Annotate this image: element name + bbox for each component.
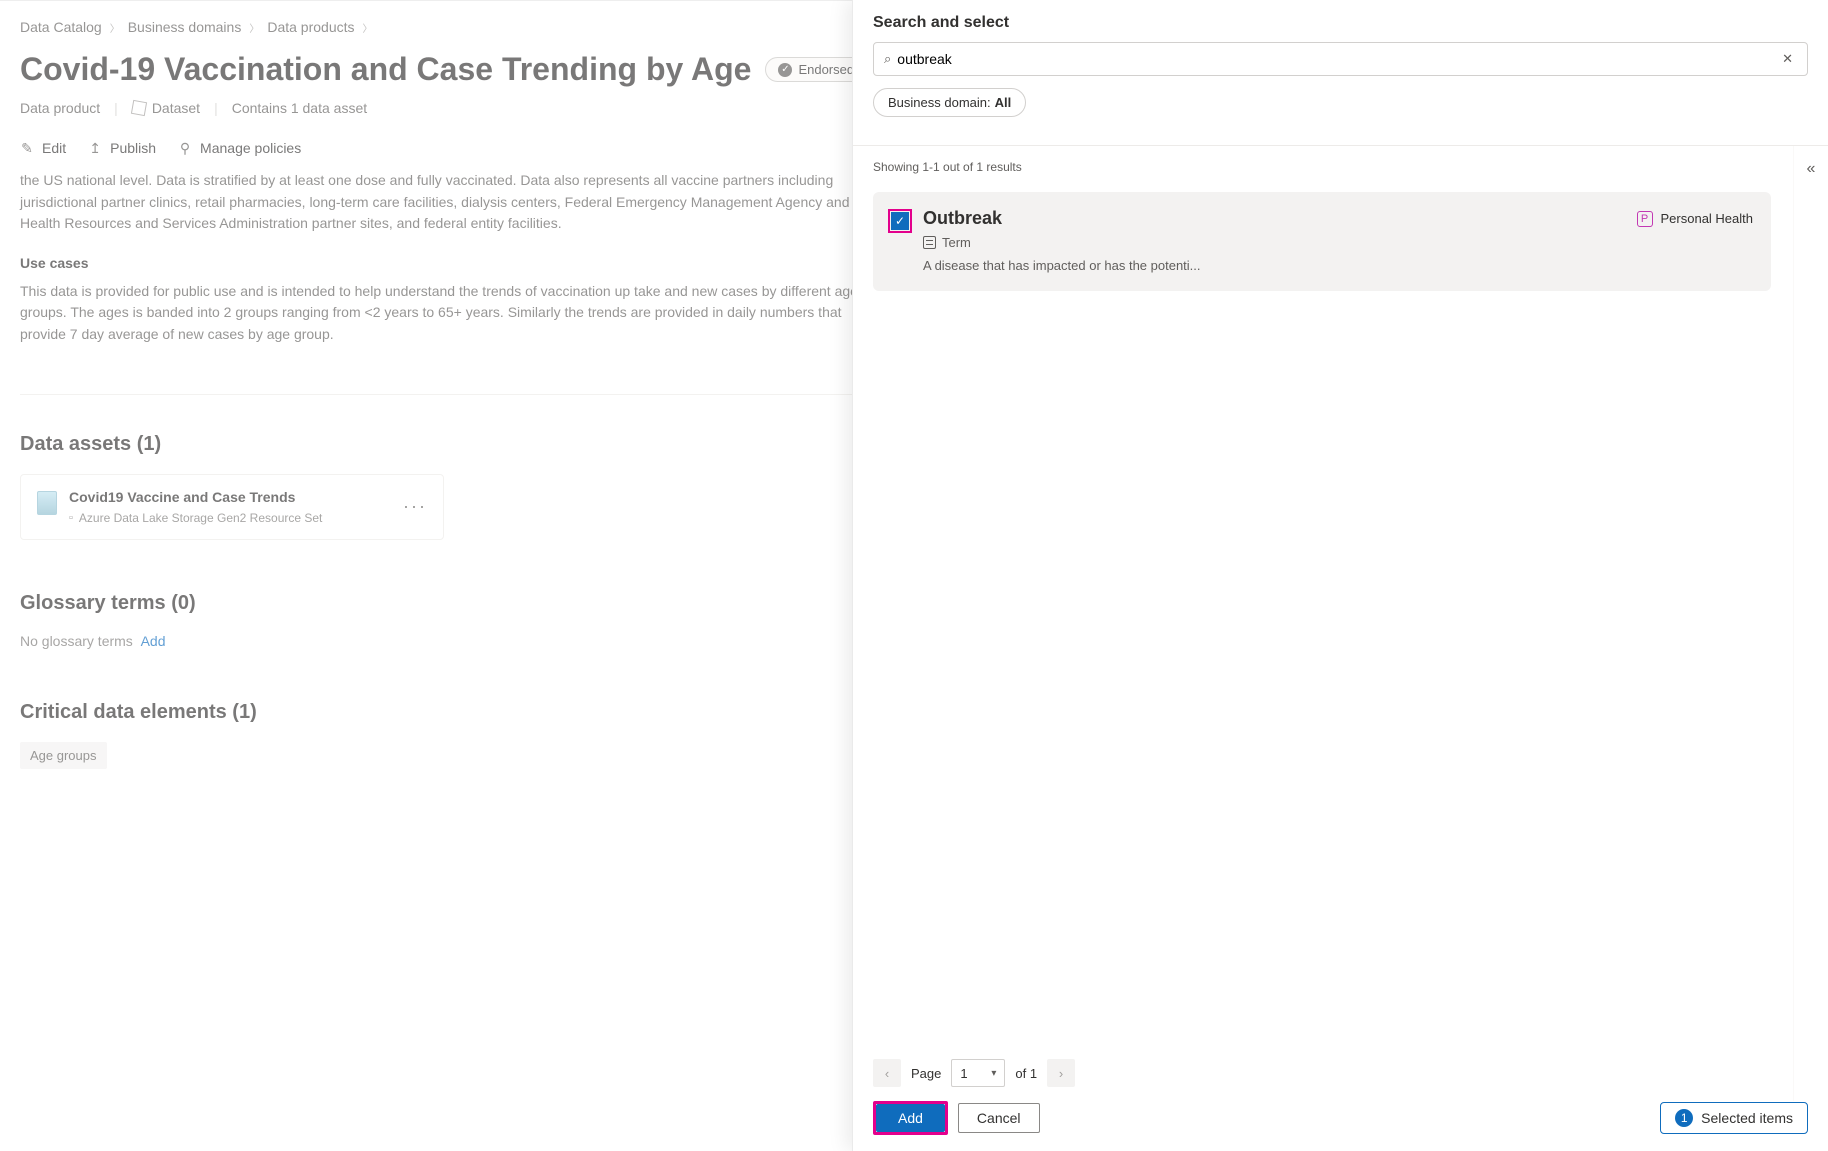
result-title: Outbreak	[923, 208, 1002, 229]
result-card[interactable]: ✓ Outbreak P Personal Health Term	[873, 192, 1771, 291]
page-select[interactable]: 1 ▾	[951, 1059, 1005, 1087]
domain-filter[interactable]: Business domain: All	[873, 88, 1026, 117]
chevron-down-icon: ▾	[991, 1068, 996, 1079]
collapse-icon[interactable]: «	[1807, 160, 1816, 178]
count-badge: 1	[1675, 1109, 1693, 1127]
result-domain-tag: P Personal Health	[1637, 211, 1754, 227]
term-icon	[923, 236, 936, 249]
search-box[interactable]: ⌕ ✕	[873, 42, 1808, 76]
page-label: Page	[911, 1066, 941, 1081]
panel-title: Search and select	[873, 14, 1808, 32]
selected-items-button[interactable]: 1 Selected items	[1660, 1102, 1808, 1134]
pager: ‹ Page 1 ▾ of 1 ›	[853, 1045, 1793, 1101]
highlight-box: Add	[873, 1101, 948, 1135]
result-type: Term	[942, 235, 971, 250]
search-select-panel: Search and select ⌕ ✕ Business domain: A…	[852, 0, 1828, 1151]
clear-icon[interactable]: ✕	[1778, 47, 1797, 71]
domain-letter-icon: P	[1637, 211, 1653, 227]
checkbox-checked[interactable]: ✓	[891, 212, 909, 230]
search-input[interactable]	[891, 51, 1778, 67]
page-of: of 1	[1015, 1066, 1037, 1081]
cancel-button[interactable]: Cancel	[958, 1103, 1040, 1133]
prev-page-button[interactable]: ‹	[873, 1059, 901, 1087]
search-icon: ⌕	[884, 51, 891, 67]
next-page-button[interactable]: ›	[1047, 1059, 1075, 1087]
results-count: Showing 1-1 out of 1 results	[873, 160, 1773, 174]
add-button[interactable]: Add	[876, 1104, 945, 1132]
result-description: A disease that has impacted or has the p…	[923, 258, 1753, 273]
